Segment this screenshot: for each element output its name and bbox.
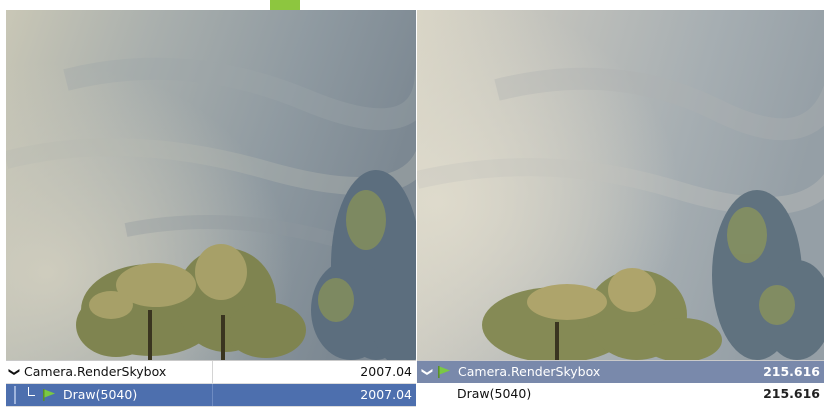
event-name-cell: ❯ Camera.RenderSkybox [421,361,600,383]
event-name-cell: Draw(5040) [8,384,211,406]
left-frame-panel: ❯ Camera.RenderSkybox 2007.04 Draw(5040)… [6,10,416,413]
skybox-render-image [6,10,416,360]
flag-icon [438,366,450,378]
event-name-cell: Draw(5040) [457,383,531,405]
event-duration-cell: 2007.04 [212,361,416,383]
event-label: Camera.RenderSkybox [24,364,167,379]
event-duration-cell: 2007.04 [212,384,416,406]
event-row-draw[interactable]: Draw(5040) 2007.04 [6,384,416,407]
event-label: Draw(5040) [63,387,138,402]
right-skybox-render-view [417,10,824,360]
event-row-draw[interactable]: Draw(5040) 215.616 [417,383,824,405]
left-skybox-render-view [6,10,416,360]
event-duration-cell: 215.616 [763,364,820,379]
flag-icon [43,389,55,401]
event-label: Camera.RenderSkybox [458,364,601,379]
chevron-down-icon[interactable]: ❯ [6,366,25,378]
event-duration-cell: 215.616 [763,386,820,401]
event-row-camera-renderskybox[interactable]: ❯ Camera.RenderSkybox 2007.04 [6,361,416,384]
event-label: Draw(5040) [457,386,532,401]
top-accent-marker [270,0,300,10]
right-frame-panel: ❯ Camera.RenderSkybox 215.616 Draw(5040)… [417,10,824,413]
event-row-camera-renderskybox[interactable]: ❯ Camera.RenderSkybox 215.616 [417,361,824,383]
chevron-down-icon[interactable]: ❯ [417,366,438,378]
tree-connector [8,384,42,406]
event-name-cell: ❯ Camera.RenderSkybox [8,361,211,383]
skybox-render-image [417,10,824,360]
right-event-list: ❯ Camera.RenderSkybox 215.616 Draw(5040)… [417,360,824,413]
left-event-list: ❯ Camera.RenderSkybox 2007.04 Draw(5040)… [6,360,416,413]
